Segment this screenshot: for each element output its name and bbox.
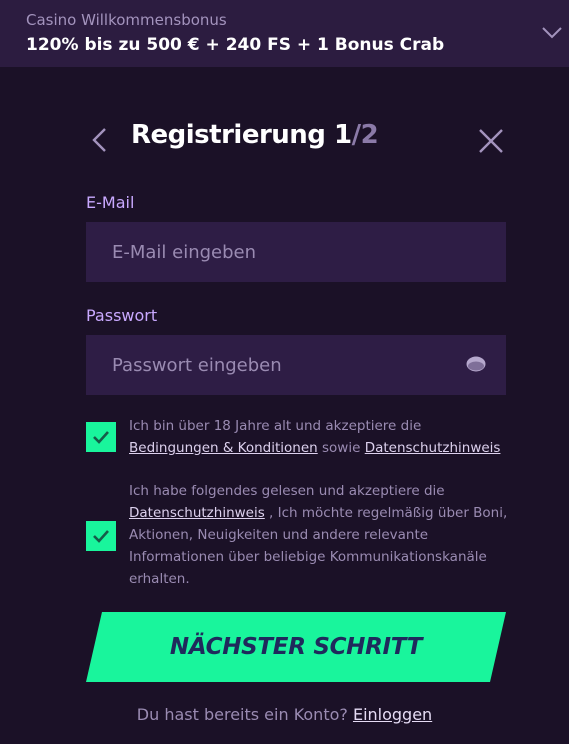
page-title: Registrierung 1/2 <box>131 120 379 150</box>
check-icon <box>93 431 109 444</box>
password-field-wrapper <box>86 335 506 395</box>
email-field-wrapper <box>86 222 506 282</box>
chevron-down-icon[interactable] <box>540 22 564 42</box>
login-prompt: Du hast bereits ein Konto? Einloggen <box>0 705 569 724</box>
welcome-bonus-bar[interactable]: Casino Willkommensbonus 120% bis zu 500 … <box>0 0 569 67</box>
email-input[interactable] <box>86 222 506 282</box>
age-consent-text: Ich bin über 18 Jahre alt und akzeptiere… <box>129 415 509 459</box>
login-link[interactable]: Einloggen <box>353 705 432 724</box>
privacy-link-age[interactable]: Datenschutzhinweis <box>365 440 501 456</box>
age-consent-checkbox[interactable] <box>86 422 116 452</box>
chevron-left-icon[interactable] <box>86 126 114 154</box>
terms-link[interactable]: Bedingungen & Konditionen <box>129 440 318 456</box>
age-consent-text-2: sowie <box>317 440 365 456</box>
bonus-value: 120% bis zu 500 € + 240 FS + 1 Bonus Cra… <box>26 35 445 55</box>
login-prompt-text: Du hast bereits ein Konto? <box>136 705 348 724</box>
next-step-label: NÄCHSTER SCHRITT <box>169 634 423 660</box>
password-label: Passwort <box>86 306 158 325</box>
eye-icon[interactable] <box>466 355 486 373</box>
age-consent-text-1: Ich bin über 18 Jahre alt und akzeptiere… <box>129 418 422 434</box>
step-total: 2 <box>360 120 379 150</box>
step-separator: / <box>351 120 362 150</box>
marketing-consent-text: Ich habe folgendes gelesen und akzeptier… <box>129 480 509 590</box>
title-text: Registrierung <box>131 120 326 150</box>
step-current: 1 <box>333 120 352 150</box>
marketing-consent-checkbox[interactable] <box>86 521 116 551</box>
next-step-button[interactable]: NÄCHSTER SCHRITT <box>86 612 506 682</box>
close-icon[interactable] <box>477 127 505 155</box>
password-input[interactable] <box>86 335 506 395</box>
check-icon <box>93 530 109 543</box>
privacy-link-marketing[interactable]: Datenschutzhinweis <box>129 505 265 521</box>
marketing-consent-text-1: Ich habe folgendes gelesen und akzeptier… <box>129 483 445 499</box>
email-label: E-Mail <box>86 193 135 212</box>
bonus-label: Casino Willkommensbonus <box>26 11 227 29</box>
